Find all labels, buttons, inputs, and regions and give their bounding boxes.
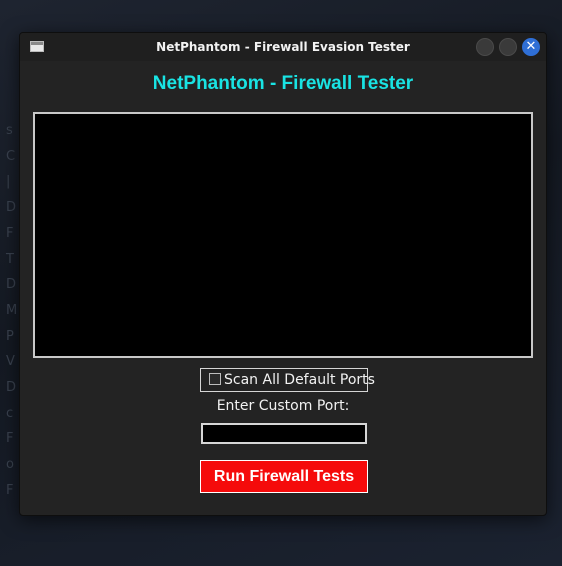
background-desktop: s C | D F T D M P V Dc Fo F [6,123,18,498]
custom-port-input[interactable] [201,423,367,444]
app-window: NetPhantom - Firewall Evasion Tester ✕ N… [19,32,547,516]
close-icon: ✕ [525,39,537,54]
scan-all-ports-checkbox[interactable]: Scan All Default Ports [200,368,375,392]
close-button[interactable]: ✕ [522,38,540,56]
titlebar: NetPhantom - Firewall Evasion Tester ✕ [20,33,546,61]
page-title: NetPhantom - Firewall Tester [152,73,414,94]
window-title: NetPhantom - Firewall Evasion Tester [156,40,410,54]
checkbox-box[interactable] [209,373,221,385]
run-firewall-tests-button[interactable]: Run Firewall Tests [200,460,368,493]
output-console[interactable] [33,112,533,358]
scan-all-ports-label: Scan All Default Ports [224,372,375,388]
maximize-button[interactable] [499,38,517,56]
custom-port-label: Enter Custom Port: [216,398,350,414]
minimize-button[interactable] [476,38,494,56]
